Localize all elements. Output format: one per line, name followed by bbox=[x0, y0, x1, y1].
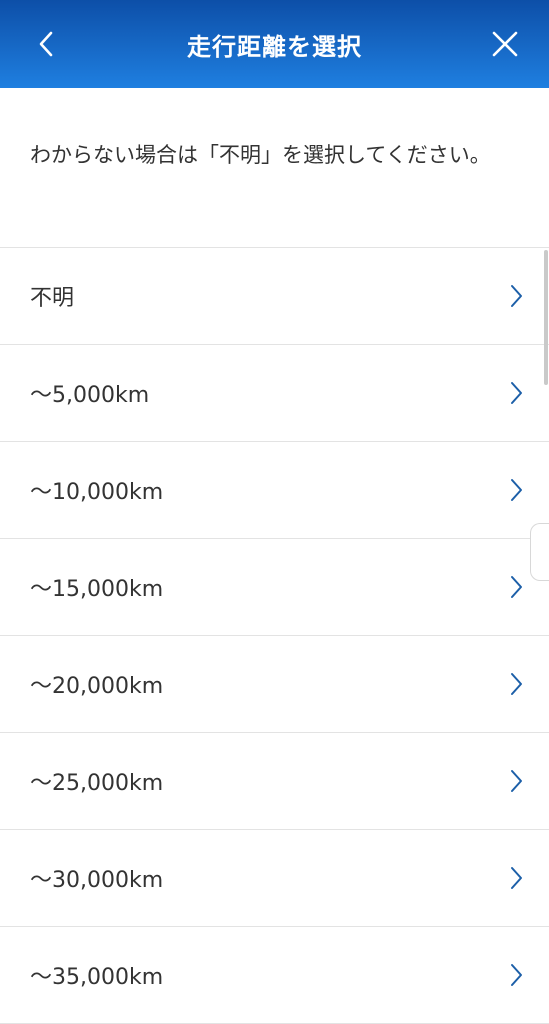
chevron-right-icon bbox=[511, 867, 522, 889]
chevron-right-icon bbox=[511, 382, 522, 404]
option-label: 〜10,000km bbox=[30, 480, 164, 505]
page-title: 走行距離を選択 bbox=[187, 32, 362, 61]
option-label: 〜30,000km bbox=[30, 868, 164, 893]
option-label: 〜5,000km bbox=[30, 383, 150, 408]
mileage-option-20000[interactable]: 〜20,000km bbox=[0, 636, 549, 733]
option-label: 〜20,000km bbox=[30, 674, 164, 699]
chevron-right-icon bbox=[511, 479, 522, 501]
mileage-option-10000[interactable]: 〜10,000km bbox=[0, 442, 549, 539]
mileage-option-5000[interactable]: 〜5,000km bbox=[0, 345, 549, 442]
chevron-left-icon bbox=[39, 31, 53, 57]
mileage-option-30000[interactable]: 〜30,000km bbox=[0, 830, 549, 927]
close-icon bbox=[492, 31, 518, 57]
option-label: 〜25,000km bbox=[30, 771, 164, 796]
chevron-right-icon bbox=[511, 770, 522, 792]
chevron-right-icon bbox=[511, 964, 522, 986]
chevron-right-icon bbox=[511, 285, 522, 307]
mileage-option-unknown[interactable]: 不明 bbox=[0, 248, 549, 345]
option-label: 〜35,000km bbox=[30, 965, 164, 990]
option-label: 不明 bbox=[30, 286, 75, 311]
edge-handle[interactable] bbox=[530, 523, 549, 581]
back-button[interactable] bbox=[26, 24, 66, 64]
option-label: 〜15,000km bbox=[30, 577, 164, 602]
mileage-option-25000[interactable]: 〜25,000km bbox=[0, 733, 549, 830]
notice-text: わからない場合は「不明」を選択してください。 bbox=[0, 88, 549, 248]
mileage-option-15000[interactable]: 〜15,000km bbox=[0, 539, 549, 636]
chevron-right-icon bbox=[511, 673, 522, 695]
close-button[interactable] bbox=[485, 24, 525, 64]
mileage-option-list: 不明 〜5,000km 〜10,000km 〜15,000km 〜20,000k… bbox=[0, 248, 549, 1024]
chevron-right-icon bbox=[511, 576, 522, 598]
header-bar: 走行距離を選択 bbox=[0, 0, 549, 88]
scrollbar-thumb[interactable] bbox=[544, 250, 548, 385]
mileage-option-35000[interactable]: 〜35,000km bbox=[0, 927, 549, 1024]
